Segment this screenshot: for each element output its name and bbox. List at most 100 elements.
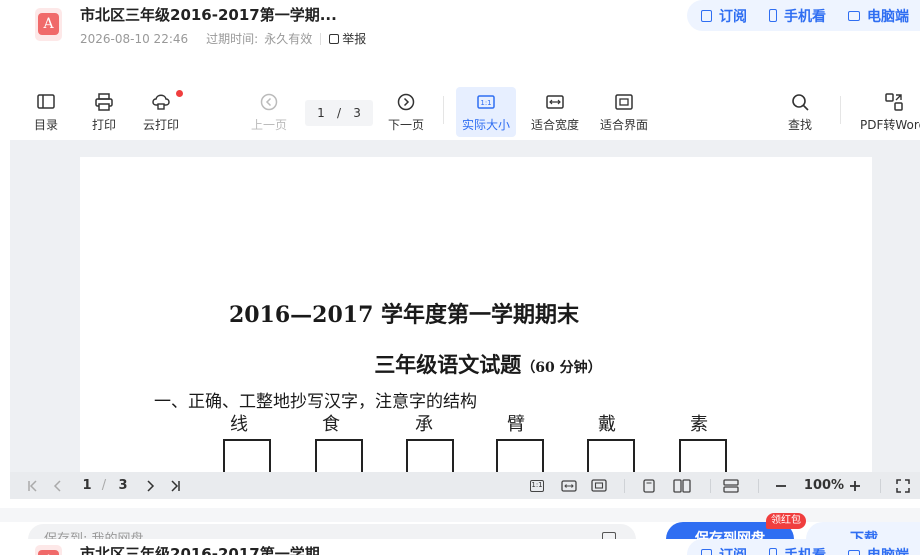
- search-label: 查找: [787, 118, 812, 132]
- fit-width-small-icon: [561, 479, 577, 492]
- next-page-label: 下一页: [387, 118, 424, 132]
- report-link[interactable]: 举报: [329, 30, 366, 47]
- scroll-mode-icon: [723, 478, 739, 493]
- single-page-icon: [643, 478, 655, 493]
- red-packet-badge: 领红包: [766, 513, 806, 529]
- monitor-icon: [848, 549, 860, 555]
- chevron-left-circle-icon: [259, 92, 279, 112]
- fit-page-small-button[interactable]: [590, 472, 608, 499]
- catalog-icon: [36, 92, 56, 112]
- desktop-label: 电脑端: [867, 8, 909, 25]
- exam-subtitle: 三年级语文试题（60 分钟）: [92, 349, 872, 379]
- pdf-to-word-button[interactable]: PDF转Word: [860, 84, 920, 133]
- pbar-divider: [880, 479, 881, 493]
- mobile-view-button[interactable]: 手机看: [769, 545, 826, 555]
- total-pages-small: 3: [118, 478, 128, 493]
- subscribe-label: 订阅: [719, 545, 747, 555]
- desktop-button[interactable]: 电脑端: [848, 545, 909, 555]
- current-page: 1: [317, 106, 325, 120]
- sticky-top-actions: 订阅 手机看 电脑端: [687, 539, 920, 555]
- upload-date: 2026-08-10 22:46: [80, 31, 189, 46]
- search-button[interactable]: 查找: [787, 84, 813, 133]
- fit-width-icon: [545, 92, 565, 112]
- phone-icon: [769, 9, 777, 22]
- copy-character: 线: [230, 414, 248, 435]
- first-page-icon: [28, 479, 37, 492]
- page-number-input[interactable]: 1 / 3: [305, 100, 373, 126]
- last-page-button[interactable]: [166, 472, 184, 499]
- fit-width-label: 适合宽度: [530, 118, 579, 132]
- prev-page-small-button[interactable]: [50, 472, 66, 499]
- document-title: 市北区三年级2016-2017第一学期...: [80, 6, 337, 24]
- search-icon: [790, 92, 810, 112]
- copy-character: 承: [415, 414, 433, 435]
- fit-width-small-button[interactable]: [560, 472, 578, 499]
- subscribe-button[interactable]: 订阅: [701, 6, 747, 26]
- current-page-small[interactable]: 1: [80, 472, 94, 499]
- actual-size-small-button[interactable]: 1:1: [528, 472, 546, 499]
- zoom-level: 100%: [803, 478, 845, 493]
- copy-character: 戴: [598, 414, 616, 435]
- monitor-icon: [848, 10, 860, 21]
- printer-icon: [94, 92, 114, 112]
- actual-size-icon: 1:1: [476, 92, 496, 112]
- zoom-in-button[interactable]: [847, 472, 863, 499]
- page-control-bar: 1 / 3 1:1 100%: [10, 472, 920, 499]
- document-viewer[interactable]: 2016—2017 学年度第一学期期末 三年级语文试题（60 分钟） 一、正确、…: [10, 140, 920, 498]
- fit-width-button[interactable]: 适合宽度: [530, 84, 580, 133]
- toolbar-divider: [443, 96, 444, 124]
- chevron-right-icon: [147, 479, 155, 492]
- scroll-mode-button[interactable]: [721, 472, 741, 499]
- document-page: 2016—2017 学年度第一学期期末 三年级语文试题（60 分钟） 一、正确、…: [80, 157, 872, 477]
- notification-dot: [176, 90, 183, 97]
- catalog-button[interactable]: 目录: [30, 84, 62, 133]
- minus-icon: [776, 484, 786, 487]
- next-page-small-button[interactable]: [142, 472, 158, 499]
- print-button[interactable]: 打印: [88, 84, 120, 133]
- prev-page-button[interactable]: 上一页: [250, 84, 288, 133]
- phone-icon: [769, 548, 777, 555]
- double-page-button[interactable]: [671, 472, 693, 499]
- cloud-printer-icon: [151, 92, 171, 112]
- fit-page-button[interactable]: 适合界面: [599, 84, 649, 133]
- pdf-to-word-label: PDF转Word: [860, 118, 920, 132]
- desktop-button[interactable]: 电脑端: [848, 6, 909, 26]
- next-page-button[interactable]: 下一页: [387, 84, 425, 133]
- toolbar-divider: [840, 96, 841, 124]
- mobile-view-button[interactable]: 手机看: [769, 6, 826, 26]
- first-page-button[interactable]: [24, 472, 42, 499]
- expire-label: 过期时间:: [206, 32, 259, 46]
- fit-page-icon: [614, 92, 634, 112]
- last-page-icon: [171, 479, 180, 492]
- document-meta: 2026-08-10 22:46 过期时间: 永久有效 举报: [80, 30, 366, 47]
- pbar-divider: [710, 479, 711, 493]
- pbar-divider: [758, 479, 759, 493]
- svg-text:1:1: 1:1: [480, 99, 491, 107]
- cloud-print-label: 云打印: [142, 118, 179, 132]
- exam-title: 2016—2017 学年度第一学期期末: [228, 302, 580, 328]
- actual-size-button[interactable]: 1:1 实际大小: [456, 87, 516, 137]
- expire-value: 永久有效: [264, 32, 313, 46]
- pdf-file-icon: A: [35, 8, 62, 41]
- question-heading: 一、正确、工整地抄写汉字，注意字的结构: [154, 392, 477, 412]
- report-icon: [329, 33, 340, 44]
- report-label: 举报: [342, 32, 367, 46]
- viewer-toolbar: 目录 打印 云打印 上一页 下一页 1:1 实际大小 适合宽度 适合界面 查找 …: [0, 84, 920, 140]
- pbar-divider: [624, 479, 625, 493]
- sticky-document-title: 市北区三年级2016-2017第一学期...: [80, 545, 337, 555]
- copy-character: 臂: [507, 414, 525, 435]
- fullscreen-icon: [896, 478, 910, 493]
- cloud-print-button[interactable]: 云打印: [141, 84, 183, 133]
- subscribe-button[interactable]: 订阅: [701, 545, 747, 555]
- desktop-label: 电脑端: [867, 545, 909, 555]
- total-pages: 3: [353, 106, 361, 120]
- chevron-right-circle-icon: [396, 92, 416, 112]
- document-header: A 市北区三年级2016-2017第一学期... 2026-08-10 22:4…: [0, 0, 920, 58]
- exam-duration: （60 分钟）: [521, 360, 602, 376]
- bookmark-icon: [701, 548, 712, 555]
- zoom-out-button[interactable]: [773, 472, 789, 499]
- fullscreen-button[interactable]: [894, 472, 912, 499]
- fit-page-small-icon: [591, 479, 607, 492]
- single-page-button[interactable]: [640, 472, 658, 499]
- plus-icon: [850, 480, 860, 491]
